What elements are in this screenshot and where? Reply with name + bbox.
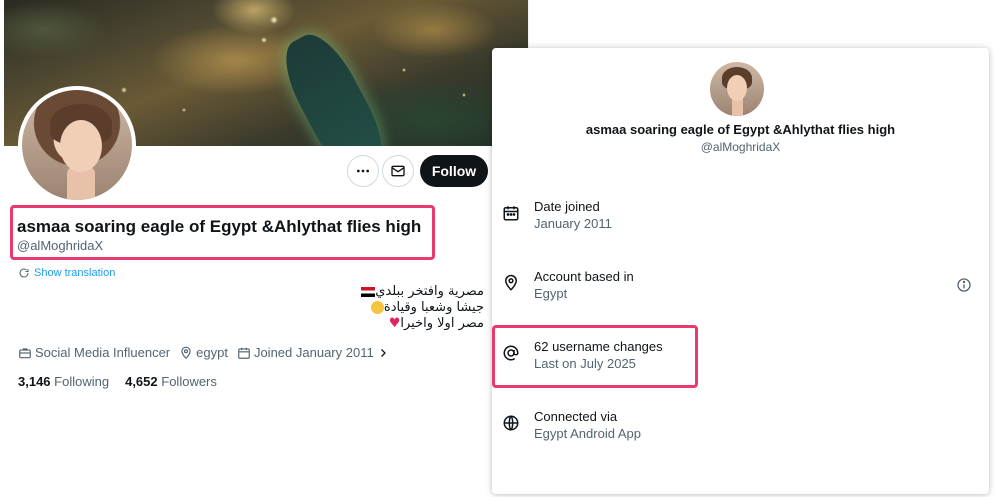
about-name: asmaa soaring eagle of Egypt &Ahlythat f… — [585, 122, 896, 137]
saluting-face-icon — [370, 301, 384, 314]
follow-stats: 3,146 Following 4,652 Followers — [18, 374, 217, 389]
calendar-icon — [503, 206, 519, 221]
profile-handle: @alMoghridaX — [17, 238, 104, 253]
profile-location: egypt — [179, 345, 228, 360]
location-pin-icon — [181, 346, 191, 359]
connected-via-title: Connected via — [534, 409, 618, 424]
show-translation-link[interactable]: Show translation — [18, 267, 115, 279]
followers-label: Followers — [161, 374, 217, 389]
message-button[interactable] — [382, 155, 414, 187]
profile-name: asmaa soaring eagle of Egypt &Ahlythat f… — [17, 217, 422, 236]
follow-button[interactable]: Follow — [420, 155, 488, 187]
briefcase-icon — [19, 347, 31, 358]
account-based-title: Account based in — [534, 269, 634, 284]
bio-text-2: جيشا وشعبا وقيادة — [383, 300, 484, 315]
about-account-panel: asmaa soaring eagle of Egypt &Ahlythat f… — [492, 48, 989, 494]
info-icon[interactable] — [956, 277, 972, 293]
connected-via-row: Connected via Egypt Android App — [492, 409, 989, 459]
globe-icon — [503, 415, 519, 431]
account-based-row: Account based in Egypt — [492, 269, 989, 319]
profile-meta: Social Media Influencer egypt Joined Jan… — [18, 345, 398, 360]
bio-text-1: مصرية وافتخر ببلدي — [375, 284, 484, 299]
calendar-icon — [238, 347, 250, 359]
location-label: egypt — [196, 345, 228, 360]
joined-label: Joined January 2011 — [253, 345, 374, 360]
bio-line: جيشا وشعبا وقيادة — [357, 300, 484, 316]
about-avatar[interactable] — [710, 62, 764, 116]
more-options-button[interactable] — [347, 155, 379, 187]
avatar-face — [60, 120, 102, 172]
chevron-right-icon — [380, 348, 386, 357]
following-link[interactable]: 3,146 Following — [18, 374, 109, 389]
connected-via-value: Egypt Android App — [534, 426, 641, 441]
following-label: Following — [54, 374, 110, 389]
envelope-icon — [391, 165, 405, 177]
followers-count: 4,652 — [125, 374, 158, 389]
more-horizontal-icon — [357, 169, 369, 173]
category-label: Social Media Influencer — [35, 345, 171, 360]
date-joined-title: Date joined — [534, 199, 600, 214]
account-based-value: Egypt — [534, 286, 568, 301]
about-handle: @alMoghridaX — [700, 140, 781, 154]
profile-section: Follow asmaa soaring eagle of Egypt &Ahl… — [4, 0, 528, 400]
bio-text-3: مصر اولا واخيرا — [400, 316, 484, 331]
heart-icon: ♥ — [388, 316, 401, 331]
profile-joined[interactable]: Joined January 2011 — [237, 345, 389, 360]
profile-avatar[interactable] — [18, 86, 136, 204]
show-translation-label: Show translation — [34, 267, 116, 279]
profile-category: Social Media Influencer — [18, 345, 170, 360]
following-count: 3,146 — [18, 374, 51, 389]
bio-line: مصرية وافتخر ببلدي — [357, 284, 484, 300]
profile-bio: مصرية وافتخر ببلدي جيشا وشعبا وقيادة مصر… — [357, 284, 484, 332]
avatar-face — [727, 75, 747, 101]
username-changes-highlight-box — [492, 325, 698, 388]
date-joined-value: January 2011 — [534, 216, 612, 231]
translate-icon — [19, 268, 29, 278]
egypt-flag-icon — [361, 286, 376, 297]
date-joined-row: Date joined January 2011 — [492, 199, 989, 249]
location-pin-icon — [504, 274, 518, 291]
followers-link[interactable]: 4,652 Followers — [125, 374, 217, 389]
bio-line: مصر اولا واخيرا♥ — [357, 316, 484, 332]
